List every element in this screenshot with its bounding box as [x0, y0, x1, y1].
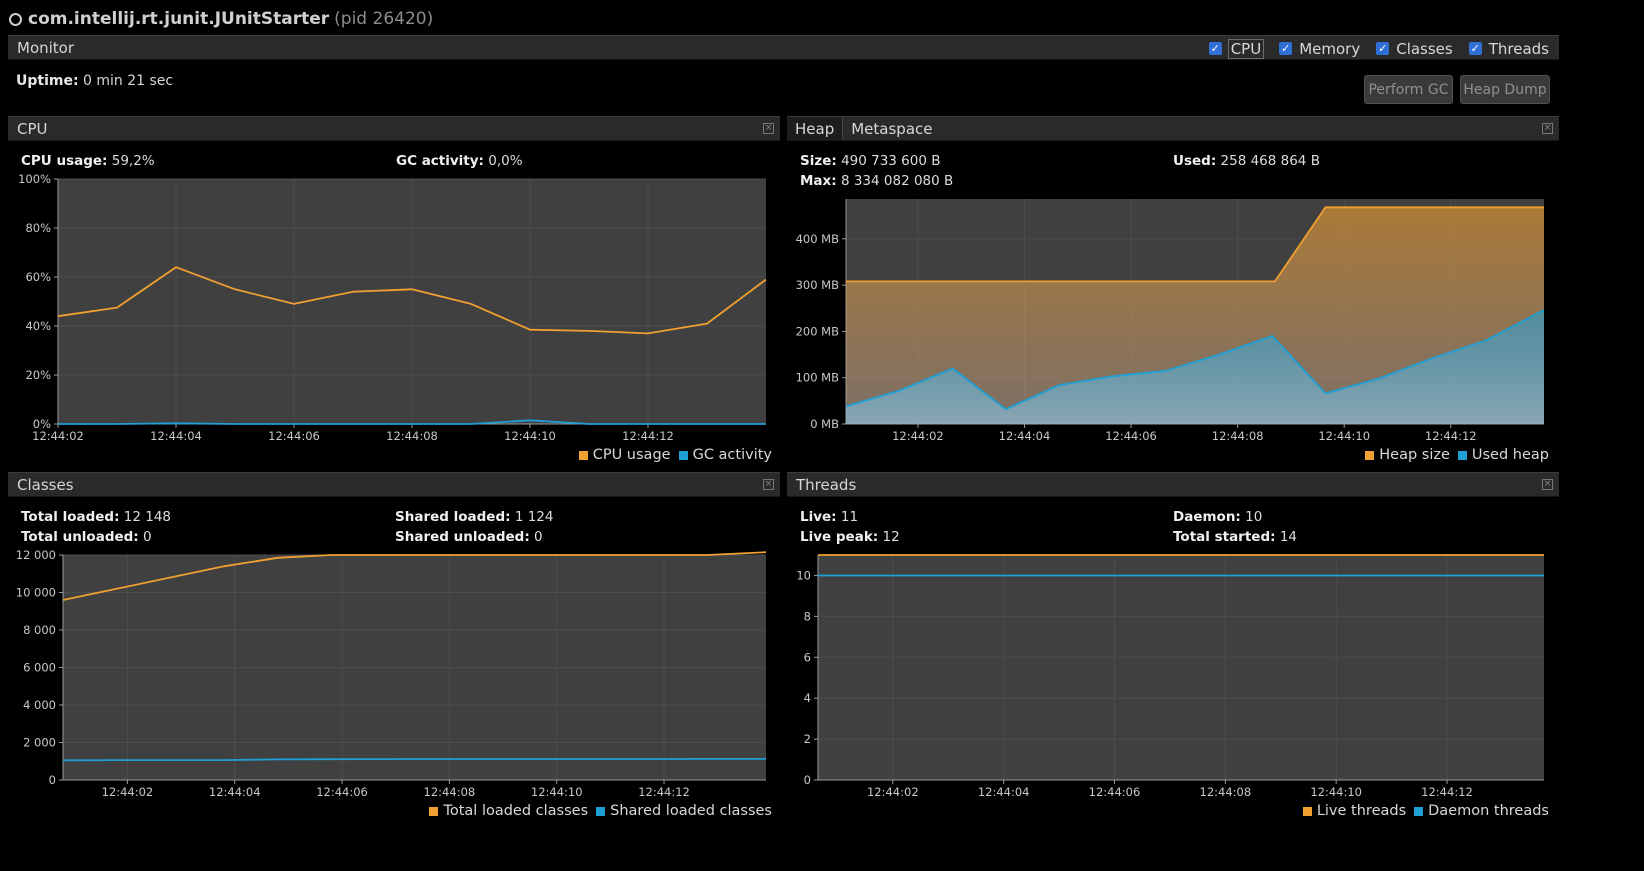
x-tick-label: 12:44:10 — [1310, 785, 1362, 799]
y-tick-label: 8 — [804, 609, 811, 623]
x-tick-label: 12:44:02 — [867, 785, 919, 799]
x-tick-label: 12:44:08 — [1200, 785, 1252, 799]
x-tick-label: 12:44:06 — [1089, 785, 1141, 799]
x-tick-label: 12:44:12 — [1421, 785, 1473, 799]
legend-daemon-threads: Daemon threads — [1428, 803, 1549, 819]
y-tick-label: 0 — [804, 773, 811, 787]
y-tick-label: 10 — [796, 568, 811, 582]
legend-live-threads: Live threads — [1316, 803, 1407, 819]
x-tick-label: 12:44:04 — [978, 785, 1030, 799]
legend-swatch-blue — [1414, 806, 1424, 816]
y-tick-label: 4 — [804, 691, 811, 705]
y-tick-label: 6 — [804, 650, 811, 664]
plot-area — [818, 555, 1544, 780]
threads-legend: Live threads Daemon threads — [1295, 803, 1549, 819]
y-tick-label: 2 — [804, 732, 811, 746]
legend-swatch-orange — [1302, 806, 1312, 816]
threads-chart: 0 2 4 6 8 10 12:44:02 12:44:04 12:44:06 12:44:08 1… — [796, 554, 1544, 799]
